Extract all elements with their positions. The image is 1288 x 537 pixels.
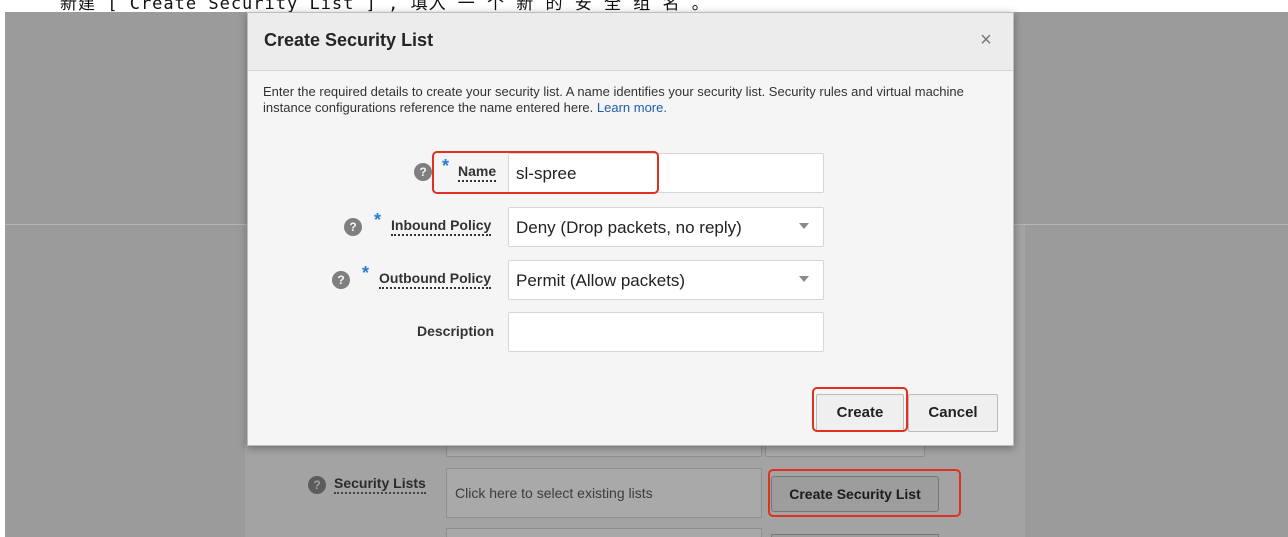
security-lists-label: Security Lists: [334, 475, 426, 494]
help-icon: ?: [308, 476, 326, 494]
name-field-highlight: [432, 151, 659, 194]
description-label: Description: [417, 323, 495, 339]
top-caption: 新建 [ Create Security List ] , 填入 一 个 新 的…: [60, 0, 710, 12]
dialog-title: Create Security List: [264, 30, 434, 50]
help-icon[interactable]: ?: [414, 163, 432, 181]
security-lists-field[interactable]: Click here to select existing lists: [446, 468, 762, 518]
dialog-header: Create Security List ×: [248, 13, 1013, 71]
cancel-button[interactable]: Cancel: [908, 394, 998, 432]
create-security-list-highlight: [768, 469, 961, 517]
outbound-policy-select[interactable]: Permit (Allow packets): [508, 260, 824, 300]
close-icon[interactable]: ×: [975, 28, 997, 52]
inbound-policy-select[interactable]: Deny (Drop packets, no reply): [508, 207, 824, 247]
outbound-policy-value: Permit (Allow packets): [516, 271, 686, 290]
chevron-down-icon: [799, 223, 809, 229]
inbound-policy-value: Deny (Drop packets, no reply): [516, 218, 742, 237]
required-marker: *: [362, 263, 370, 283]
create-button-highlight: [812, 387, 908, 432]
background-field: [446, 528, 762, 537]
description-input[interactable]: [508, 312, 824, 352]
create-security-list-dialog: Create Security List × Enter the require…: [247, 12, 1014, 446]
outbound-policy-label: Outbound Policy: [379, 270, 491, 289]
inbound-policy-label: Inbound Policy: [391, 217, 492, 236]
help-icon[interactable]: ?: [332, 271, 350, 289]
chevron-down-icon: [799, 276, 809, 282]
help-icon[interactable]: ?: [344, 218, 362, 236]
top-strip: 新建 [ Create Security List ] , 填入 一 个 新 的…: [0, 0, 1288, 12]
learn-more-link[interactable]: Learn more.: [597, 100, 667, 115]
required-marker: *: [374, 210, 382, 230]
dialog-intro: Enter the required details to create you…: [263, 84, 1003, 116]
